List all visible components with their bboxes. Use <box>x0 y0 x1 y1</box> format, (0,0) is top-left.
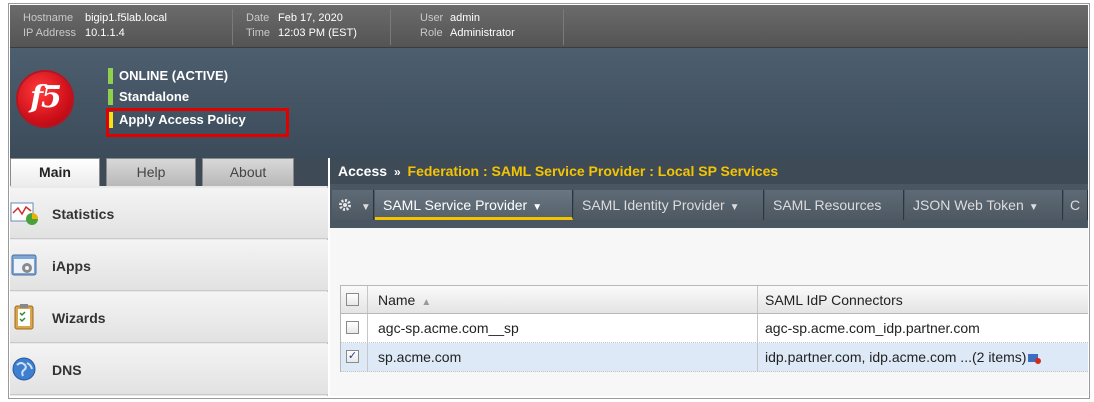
column-header-connectors: SAML IdP Connectors <box>757 286 1089 313</box>
role-label: Role <box>420 27 443 39</box>
sidebar-item-label: DNS <box>52 362 82 378</box>
sidebar-item-wizards[interactable]: Wizards <box>10 292 328 343</box>
status-online[interactable]: ONLINE (ACTIVE) <box>108 67 228 85</box>
select-all-checkbox[interactable] <box>346 293 359 306</box>
ip-address-value: 10.1.1.4 <box>85 27 125 39</box>
row-name-link[interactable]: agc-sp.acme.com__sp <box>367 314 757 342</box>
chevron-down-icon: ▼ <box>360 202 371 213</box>
sort-ascending-icon: ▲ <box>421 297 432 308</box>
row-checkbox[interactable] <box>346 321 359 334</box>
tab-label: SAML Service Provider <box>383 197 528 213</box>
datetime-info: Date Feb 17, 2020 Time 12:03 PM (EST) <box>246 11 357 41</box>
system-info-bar: Hostname bigip1.f5lab.local IP Address 10.… <box>10 5 1088 48</box>
f5-logo[interactable]: f5 <box>18 72 72 126</box>
sidebar-item-statistics[interactable]: Statistics <box>10 188 328 239</box>
row-connectors-text: idp.partner.com, idp.acme.com ...(2 item… <box>765 349 1027 365</box>
host-info: Hostname bigip1.f5lab.local IP Address 10.… <box>23 11 167 41</box>
highlight-box <box>106 108 289 137</box>
row-connectors: agc-sp.acme.com_idp.partner.com <box>757 314 1089 342</box>
user-value: admin <box>450 12 480 24</box>
tab-main[interactable]: Main <box>10 158 100 186</box>
connector-list-icon[interactable] <box>1028 354 1042 365</box>
table-row[interactable]: agc-sp.acme.com__sp agc-sp.acme.com_idp.… <box>341 314 1088 343</box>
nav-tabs: Main Help About <box>10 158 328 186</box>
tab-label: SAML Resources <box>773 197 882 213</box>
iapps-gear-icon <box>10 251 40 279</box>
tab-json-web-token[interactable]: JSON Web Token ▼ <box>905 190 1063 220</box>
user-info: User admin Role Administrator <box>420 11 515 41</box>
date-value: Feb 17, 2020 <box>278 12 343 24</box>
chevron-down-icon: ▼ <box>532 202 543 213</box>
role-value: Administrator <box>450 27 515 39</box>
status-mode-text: Standalone <box>119 89 190 104</box>
row-connectors: idp.partner.com, idp.acme.com ...(2 item… <box>757 343 1089 371</box>
table-row[interactable]: ✓ sp.acme.com idp.partner.com, idp.acme.… <box>341 343 1088 372</box>
column-header-name[interactable]: Name ▲ <box>367 286 757 313</box>
divider <box>232 9 233 45</box>
table-header: Name ▲ SAML IdP Connectors <box>341 285 1088 314</box>
breadcrumb-root[interactable]: Access <box>338 163 387 179</box>
sidebar-item-iapps[interactable]: iApps <box>10 240 328 291</box>
breadcrumb-separator: » <box>393 165 401 179</box>
time-label: Time <box>246 27 271 39</box>
breadcrumb-path: Federation : SAML Service Provider : Loc… <box>407 163 779 179</box>
time-value: 12:03 PM (EST) <box>278 27 357 39</box>
hostname-label: Hostname <box>23 12 74 24</box>
dns-globe-icon <box>10 355 40 383</box>
status-mode: Standalone <box>108 88 189 106</box>
chevron-down-icon: ▼ <box>1028 202 1039 213</box>
sidebar-item-dns[interactable]: DNS <box>10 344 328 395</box>
gear-icon <box>338 197 356 213</box>
header-banner: f5 ONLINE (ACTIVE) Standalone Apply Acce… <box>10 48 1088 158</box>
date-label: Date <box>246 12 270 24</box>
column-header-label: Name <box>378 292 416 308</box>
tab-label: JSON Web Token <box>913 197 1024 213</box>
tab-truncated[interactable]: C <box>1064 190 1088 220</box>
hostname-value: bigip1.f5lab.local <box>85 12 167 24</box>
statistics-chart-icon <box>10 199 40 227</box>
breadcrumb: Access » Federation : SAML Service Provi… <box>330 158 1088 184</box>
divider <box>390 9 391 45</box>
sidebar-item-label: Statistics <box>52 206 115 222</box>
chevron-down-icon: ▼ <box>729 202 740 213</box>
status-online-text: ONLINE (ACTIVE) <box>119 68 229 83</box>
gear-menu-button[interactable]: ▼ <box>332 190 374 220</box>
tab-help[interactable]: Help <box>106 158 196 186</box>
divider <box>563 9 564 45</box>
sidebar: Statistics iApps Wizards DNS <box>10 186 328 396</box>
sp-services-table: Name ▲ SAML IdP Connectors agc-sp.acme.co… <box>340 285 1088 372</box>
tab-label: C <box>1070 197 1081 213</box>
status-online-indicator <box>108 68 113 84</box>
tab-about[interactable]: About <box>202 158 294 186</box>
user-label: User <box>420 12 444 24</box>
ip-address-label: IP Address <box>23 27 76 39</box>
row-name-link[interactable]: sp.acme.com <box>367 343 757 371</box>
tab-saml-service-provider[interactable]: SAML Service Provider ▼ <box>375 190 573 220</box>
tab-saml-resources[interactable]: SAML Resources <box>765 190 904 220</box>
wizards-clipboard-icon <box>10 303 40 331</box>
row-checkbox-checked[interactable]: ✓ <box>346 350 359 363</box>
status-mode-indicator <box>108 89 113 105</box>
tab-saml-identity-provider[interactable]: SAML Identity Provider ▼ <box>574 190 764 220</box>
tab-label: SAML Identity Provider <box>582 197 725 213</box>
module-menubar: ▼ SAML Service Provider ▼ SAML Identity P… <box>330 184 1088 228</box>
sidebar-item-label: iApps <box>52 258 91 274</box>
sidebar-item-label: Wizards <box>52 310 106 326</box>
